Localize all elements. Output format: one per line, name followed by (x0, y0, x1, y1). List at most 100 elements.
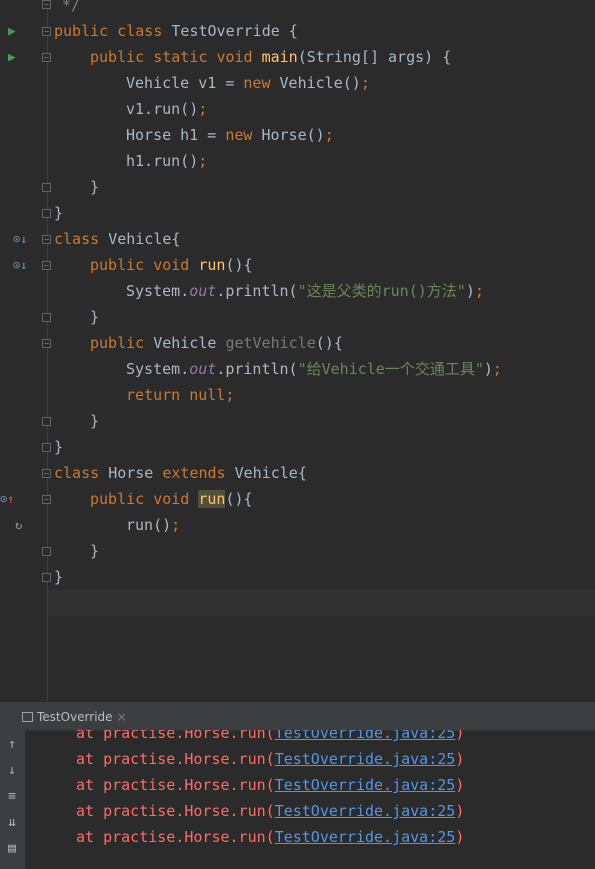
source-link[interactable]: TestOverride.java:25 (275, 776, 456, 794)
class-name: System (126, 360, 181, 378)
keyword: extends (162, 464, 226, 482)
source-link[interactable]: TestOverride.java:25 (275, 828, 456, 846)
punct: } (54, 204, 64, 222)
override-down-icon[interactable]: ⊙↓ (13, 258, 27, 272)
static-field: out (189, 360, 217, 378)
fold-marker[interactable] (42, 27, 51, 36)
run-icon[interactable]: ▶ (8, 51, 16, 65)
declaration: Vehicle v1 = (126, 74, 244, 92)
method-call: .println( (216, 360, 298, 378)
method-name: main (261, 48, 298, 66)
punct: (){ (315, 334, 343, 352)
trace-text: at practise.Horse.run( (76, 802, 275, 820)
keyword: class (117, 22, 163, 40)
semicolon: ; (492, 360, 502, 378)
fold-marker[interactable] (42, 0, 51, 9)
method-name-highlighted[interactable]: run (198, 490, 226, 508)
code-line: } (54, 564, 63, 590)
semicolon: ; (171, 516, 181, 534)
override-down-icon[interactable]: ⊙↓ (13, 232, 27, 246)
punct: } (90, 412, 100, 430)
method-name-unused: getVehicle (225, 334, 316, 352)
keyword: null (189, 386, 226, 404)
code-line: */ (62, 0, 80, 18)
punct: { (279, 22, 298, 40)
source-link[interactable]: TestOverride.java:25 (275, 802, 456, 820)
stack-trace-line: at practise.Horse.run(TestOverride.java:… (76, 798, 464, 824)
run-icon[interactable]: ▶ (8, 25, 16, 39)
close-icon[interactable]: × (117, 710, 127, 724)
keyword: public (54, 22, 109, 40)
fold-marker[interactable] (42, 339, 51, 348)
trace-text: at practise.Horse.run( (76, 828, 275, 846)
code-line: System.out.println("给Vehicle一个交通工具"); (126, 356, 502, 382)
code-line: public static void main(String[] args) { (90, 44, 451, 70)
source-link[interactable]: TestOverride.java:25 (275, 730, 456, 742)
code-line: } (90, 408, 99, 434)
keyword: public (90, 48, 145, 66)
code-editor[interactable]: ▶ ▶ ⊙↓ ⊙↓ ⊙↑ ↻ */ public class TestOverr… (0, 0, 595, 702)
overrides-up-icon[interactable]: ⊙↑ (0, 492, 14, 506)
run-tab-bar: TestOverride × (0, 702, 595, 731)
tab-label: TestOverride (37, 710, 113, 724)
punct: . (180, 360, 190, 378)
keyword: void (153, 256, 190, 274)
code-line: } (90, 304, 99, 330)
method-call: v1.run() (126, 100, 199, 118)
fold-marker[interactable] (42, 547, 51, 556)
console-output[interactable]: at practise.Horse.run(TestOverride.java:… (0, 730, 595, 869)
keyword: return (126, 386, 181, 404)
params: (String[] args) { (297, 48, 452, 66)
trace-text: ) (455, 802, 465, 820)
class-name: System (126, 282, 181, 300)
tab-testoverride[interactable]: TestOverride × (22, 708, 127, 726)
class-name: Vehicle (234, 464, 298, 482)
class-name: Horse (108, 464, 154, 482)
punct: } (54, 438, 64, 456)
fold-marker[interactable] (42, 469, 51, 478)
stack-trace-line: at practise.Horse.run(TestOverride.java:… (76, 746, 464, 772)
code-line: } (54, 200, 63, 226)
code-line: } (90, 538, 99, 564)
trace-text: ) (455, 750, 465, 768)
punct: } (90, 542, 100, 560)
keyword: class (54, 464, 100, 482)
method-call: h1.run() (126, 152, 199, 170)
code-line: v1.run(); (126, 96, 207, 122)
fold-marker[interactable] (42, 53, 51, 62)
code-line: class Vehicle{ (54, 226, 180, 252)
current-line-highlight (48, 590, 595, 616)
string-literal: "这是父类的run()方法" (297, 282, 466, 300)
fold-marker[interactable] (42, 495, 51, 504)
keyword: void (216, 48, 253, 66)
punct: { (171, 230, 181, 248)
fold-marker[interactable] (42, 261, 51, 270)
fold-marker[interactable] (42, 209, 51, 218)
keyword: class (54, 230, 100, 248)
method-call: run() (126, 516, 172, 534)
fold-marker[interactable] (42, 313, 51, 322)
fold-marker[interactable] (42, 235, 51, 244)
source-link[interactable]: TestOverride.java:25 (275, 750, 456, 768)
fold-marker[interactable] (42, 573, 51, 582)
keyword: public (90, 490, 145, 508)
fold-marker[interactable] (42, 417, 51, 426)
method-call: .println( (216, 282, 298, 300)
declaration: Horse h1 = (126, 126, 226, 144)
stack-trace-line: at practise.Horse.run(TestOverride.java:… (76, 824, 464, 850)
semicolon: ; (360, 74, 370, 92)
punct: ) (483, 360, 493, 378)
fold-marker[interactable] (42, 183, 51, 192)
string-literal: "给Vehicle一个交通工具" (297, 360, 484, 378)
fold-marker[interactable] (42, 443, 51, 452)
keyword: void (153, 490, 190, 508)
code-line: h1.run(); (126, 148, 207, 174)
punct: } (90, 178, 100, 196)
punct: } (54, 568, 64, 586)
class-name: Vehicle (108, 230, 172, 248)
run-tool-window: TestOverride × ↑ ↓ ≡ ⇊ ▤ at practise.Hors… (0, 702, 595, 869)
recursion-icon: ↻ (15, 518, 23, 532)
trace-text: ) (455, 828, 465, 846)
code-line: System.out.println("这是父类的run()方法"); (126, 278, 484, 304)
code-line: public class TestOverride { (54, 18, 298, 44)
